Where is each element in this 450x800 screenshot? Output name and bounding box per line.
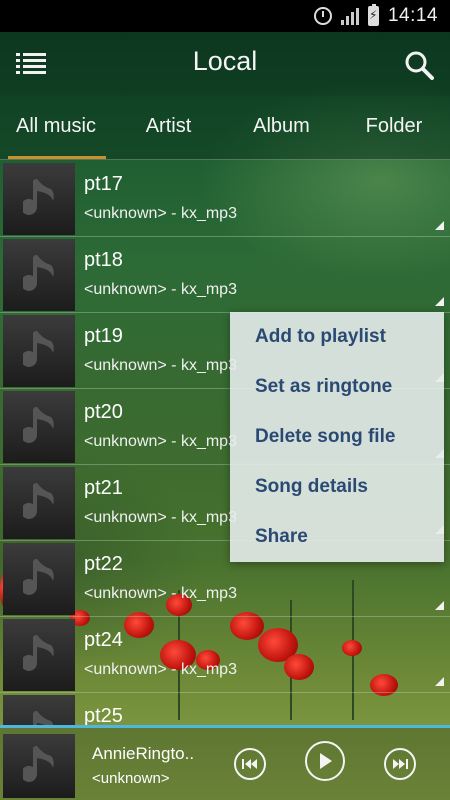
album-art xyxy=(3,315,75,387)
previous-button[interactable] xyxy=(234,748,266,780)
music-note-icon xyxy=(23,483,54,519)
song-title: pt18 xyxy=(84,249,123,271)
song-subtitle: <unknown> - kx_mp3 xyxy=(84,509,237,526)
list-item[interactable]: pt24 <unknown> - kx_mp3 xyxy=(0,617,450,693)
active-tab-indicator xyxy=(8,156,106,159)
list-item[interactable]: pt25 xyxy=(0,693,450,725)
previous-icon xyxy=(242,759,257,769)
tab-artist[interactable]: Artist xyxy=(112,96,225,160)
more-corner-icon[interactable] xyxy=(435,297,444,306)
music-note-icon xyxy=(23,179,54,215)
status-bar: 14:14 xyxy=(0,0,450,32)
now-playing-artist: <unknown> xyxy=(92,770,170,787)
more-corner-icon[interactable] xyxy=(435,677,444,686)
more-corner-icon[interactable] xyxy=(435,601,444,610)
menu-item-share[interactable]: Share xyxy=(230,512,444,562)
page-title: Local xyxy=(192,46,258,76)
music-note-icon xyxy=(23,255,54,291)
song-subtitle: <unknown> - kx_mp3 xyxy=(84,205,237,222)
music-note-icon xyxy=(23,746,54,782)
tab-bar: All music Artist Album Folder xyxy=(0,96,450,160)
album-art xyxy=(3,391,75,463)
song-title: pt19 xyxy=(84,325,123,347)
album-art xyxy=(3,619,75,691)
mini-player[interactable]: AnnieRingto.. <unknown> xyxy=(0,728,450,800)
music-note-icon xyxy=(33,711,54,725)
music-note-icon xyxy=(23,407,54,443)
album-art xyxy=(3,239,75,311)
song-title: pt20 xyxy=(84,401,123,423)
song-title: pt22 xyxy=(84,553,123,575)
tab-all-music[interactable]: All music xyxy=(0,96,112,160)
menu-item-add-to-playlist[interactable]: Add to playlist xyxy=(230,312,444,362)
next-icon xyxy=(393,759,408,769)
battery-icon xyxy=(367,4,379,26)
song-subtitle: <unknown> - kx_mp3 xyxy=(84,281,237,298)
play-icon xyxy=(320,753,332,769)
album-art xyxy=(3,467,75,539)
next-button[interactable] xyxy=(384,748,416,780)
music-note-icon xyxy=(23,559,54,595)
song-subtitle: <unknown> - kx_mp3 xyxy=(84,661,237,678)
context-menu: Add to playlist Set as ringtone Delete s… xyxy=(230,312,444,562)
music-note-icon xyxy=(23,331,54,367)
song-title: pt24 xyxy=(84,629,123,651)
list-item[interactable]: pt17 <unknown> - kx_mp3 xyxy=(0,161,450,237)
album-art xyxy=(3,163,75,235)
list-item[interactable]: pt18 <unknown> - kx_mp3 xyxy=(0,237,450,313)
menu-item-song-details[interactable]: Song details xyxy=(230,462,444,512)
music-note-icon xyxy=(23,635,54,671)
song-subtitle: <unknown> - kx_mp3 xyxy=(84,357,237,374)
album-art xyxy=(3,543,75,615)
album-art xyxy=(3,695,75,725)
menu-item-delete-song-file[interactable]: Delete song file xyxy=(230,412,444,462)
alarm-icon xyxy=(313,7,332,25)
menu-item-set-as-ringtone[interactable]: Set as ringtone xyxy=(230,362,444,412)
tab-album[interactable]: Album xyxy=(225,96,338,160)
tab-folder[interactable]: Folder xyxy=(338,96,450,160)
more-corner-icon[interactable] xyxy=(435,221,444,230)
signal-icon xyxy=(340,7,359,25)
song-title: pt17 xyxy=(84,173,123,195)
song-subtitle: <unknown> - kx_mp3 xyxy=(84,433,237,450)
status-time: 14:14 xyxy=(387,5,438,26)
app-header: Local xyxy=(0,32,450,96)
song-title: pt21 xyxy=(84,477,123,499)
song-subtitle: <unknown> - kx_mp3 xyxy=(84,585,237,602)
now-playing-art xyxy=(3,734,75,798)
search-icon[interactable] xyxy=(404,50,434,80)
play-button[interactable] xyxy=(305,741,345,781)
song-title: pt25 xyxy=(84,705,123,725)
now-playing-title: AnnieRingto.. xyxy=(92,744,195,763)
